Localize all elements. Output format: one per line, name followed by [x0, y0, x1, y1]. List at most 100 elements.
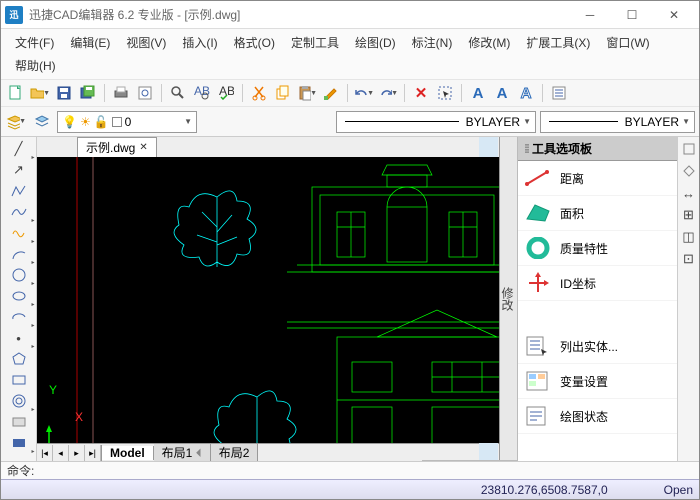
- pline-tool[interactable]: [7, 181, 31, 201]
- layout-tab-model[interactable]: Model: [102, 446, 154, 460]
- menu-edit[interactable]: 编辑(E): [62, 31, 118, 54]
- menu-help[interactable]: 帮助(H): [7, 54, 64, 77]
- chevron-down-icon: ▼: [682, 117, 690, 126]
- palette-item-draw[interactable]: 绘图状态: [518, 399, 677, 434]
- saveall-button[interactable]: [77, 82, 99, 104]
- item-label: 距离: [560, 170, 584, 187]
- ellipse-arc-tool[interactable]: ▸: [7, 307, 31, 327]
- palette-title-bar[interactable]: ⁞⁞工具选项板: [518, 137, 677, 161]
- cut-button[interactable]: [248, 82, 270, 104]
- menu-dim[interactable]: 标注(N): [404, 31, 461, 54]
- workspace: ╱▸ ↗ ▸ ▸ ▸ ▸ ▸ ▸ •▸ ▸ ▸ 示例.dwg ✕: [1, 137, 699, 461]
- palette-item-id[interactable]: ID坐标: [518, 266, 677, 301]
- palette-item-distance[interactable]: 距离: [518, 161, 677, 196]
- nav-last[interactable]: ▸|: [85, 445, 101, 461]
- spell-button[interactable]: ABC: [215, 82, 237, 104]
- delete-button[interactable]: ✕: [410, 82, 432, 104]
- copy-button[interactable]: [272, 82, 294, 104]
- point-tool[interactable]: •▸: [7, 328, 31, 348]
- polygon-tool[interactable]: [7, 349, 31, 369]
- nav-next[interactable]: ▸: [69, 445, 85, 461]
- palette-tab-modify[interactable]: 修改: [498, 137, 517, 461]
- viewport[interactable]: YX: [37, 157, 499, 443]
- rtool-5[interactable]: ◫: [677, 227, 700, 247]
- lineweight-combo[interactable]: BYLAYER ▼: [540, 111, 695, 133]
- doc-tab-close[interactable]: ✕: [139, 142, 147, 153]
- matchprop-button[interactable]: [320, 82, 342, 104]
- find-button[interactable]: [167, 82, 189, 104]
- menu-insert[interactable]: 插入(I): [174, 31, 225, 54]
- menu-custom[interactable]: 定制工具: [283, 31, 347, 54]
- paste-button[interactable]: ▼: [296, 82, 318, 104]
- rect-tool[interactable]: [7, 370, 31, 390]
- standard-toolbar: ▼ ABC ABC ▼ ▼ ▼ ✕ A A A: [1, 79, 699, 107]
- layout-tab-2[interactable]: 布局2: [211, 444, 259, 461]
- right-toolbar: ↔ ⊞ ◫ ⊡: [677, 137, 699, 461]
- var-icon: [524, 370, 552, 392]
- rtool-4[interactable]: ⊞: [677, 205, 700, 225]
- menu-window[interactable]: 窗口(W): [598, 31, 657, 54]
- font-normal[interactable]: A: [467, 82, 489, 104]
- menu-modify[interactable]: 修改(M): [460, 31, 518, 54]
- findtext-button[interactable]: ABC: [191, 82, 213, 104]
- properties-toolbar: ▼ 💡 ☀ 🔓 0 ▼ BYLAYER ▼ BYLAYER ▼: [1, 107, 699, 137]
- menu-bar: 文件(F) 编辑(E) 视图(V) 插入(I) 格式(O) 定制工具 绘图(D)…: [1, 29, 699, 79]
- menu-view[interactable]: 视图(V): [118, 31, 174, 54]
- app-icon: 迅: [5, 6, 23, 24]
- font-outline[interactable]: A: [515, 82, 537, 104]
- layer-states-button[interactable]: [31, 111, 53, 133]
- maximize-button[interactable]: ☐: [611, 3, 653, 27]
- id-icon: [524, 272, 552, 294]
- print-button[interactable]: [110, 82, 132, 104]
- circle-tool[interactable]: ▸: [7, 265, 31, 285]
- command-line[interactable]: 命令:: [1, 461, 699, 479]
- close-button[interactable]: ✕: [653, 3, 695, 27]
- rtool-2[interactable]: [677, 161, 700, 181]
- undo-button[interactable]: ▼: [353, 82, 375, 104]
- open-button[interactable]: ▼: [29, 82, 51, 104]
- palette-item-mass[interactable]: 质量特性: [518, 231, 677, 266]
- preview-button[interactable]: [134, 82, 156, 104]
- menu-draw[interactable]: 绘图(D): [347, 31, 404, 54]
- new-button[interactable]: [5, 82, 27, 104]
- palette-item-area[interactable]: 面积: [518, 196, 677, 231]
- doc-tab-active[interactable]: 示例.dwg ✕: [77, 137, 157, 157]
- layer-mgr-button[interactable]: ▼: [5, 111, 27, 133]
- donut-tool[interactable]: ▸: [7, 391, 31, 411]
- palette-item-var[interactable]: 变量设置: [518, 364, 677, 399]
- ellipse-tool[interactable]: ▸: [7, 286, 31, 306]
- layer-combo[interactable]: 💡 ☀ 🔓 0 ▼: [57, 111, 197, 133]
- layer-name: 0: [125, 115, 132, 129]
- palette-tabs: 修改 查询 图纸 视图 三维动态观察: [500, 137, 518, 461]
- font-bold[interactable]: A: [491, 82, 513, 104]
- nav-prev[interactable]: ◂: [53, 445, 69, 461]
- status-mode: Open: [664, 483, 693, 497]
- menu-ext[interactable]: 扩展工具(X): [518, 31, 598, 54]
- rtool-1[interactable]: [677, 139, 700, 159]
- select-button[interactable]: [434, 82, 456, 104]
- ray-tool[interactable]: ↗: [7, 160, 31, 180]
- linetype-combo[interactable]: BYLAYER ▼: [336, 111, 536, 133]
- canvas-area: 示例.dwg ✕: [37, 137, 499, 461]
- rtool-6[interactable]: ⊡: [677, 249, 700, 269]
- more-button[interactable]: [548, 82, 570, 104]
- minimize-button[interactable]: ─: [569, 3, 611, 27]
- solid-tool[interactable]: ▸: [7, 433, 31, 453]
- layout-tab-1[interactable]: 布局1 ⏴: [154, 444, 211, 461]
- drawstatus-icon: [524, 405, 552, 427]
- item-label: 列出实体...: [560, 338, 618, 355]
- line-tool[interactable]: ╱▸: [7, 139, 31, 159]
- palette-item-list[interactable]: 列出实体...: [518, 329, 677, 364]
- arc-tool[interactable]: ▸: [7, 244, 31, 264]
- freehand-tool[interactable]: ▸: [7, 223, 31, 243]
- item-label: ID坐标: [560, 275, 596, 292]
- region-tool[interactable]: [7, 412, 31, 432]
- menu-file[interactable]: 文件(F): [7, 31, 62, 54]
- rtool-3[interactable]: ↔: [677, 183, 700, 203]
- save-button[interactable]: [53, 82, 75, 104]
- redo-button[interactable]: ▼: [377, 82, 399, 104]
- menu-format[interactable]: 格式(O): [226, 31, 283, 54]
- spline-tool[interactable]: ▸: [7, 202, 31, 222]
- sun-icon: ☀: [80, 115, 91, 129]
- nav-first[interactable]: |◂: [37, 445, 53, 461]
